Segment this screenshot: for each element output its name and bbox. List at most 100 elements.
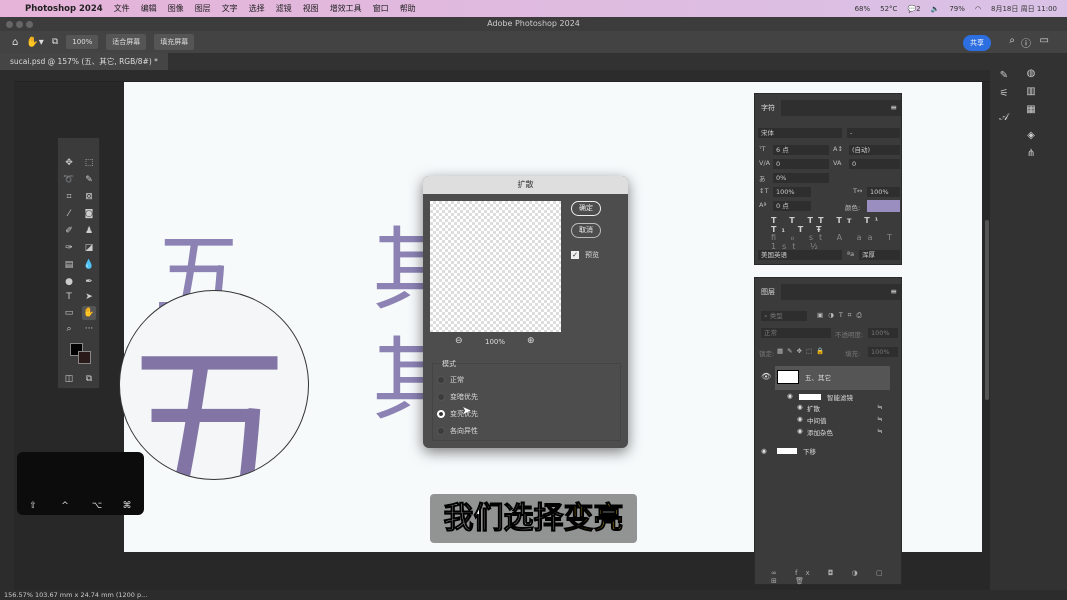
visibility-eye-icon[interactable]: 👁 bbox=[761, 372, 771, 381]
layer-row[interactable]: ◉ 下移 bbox=[755, 444, 901, 462]
text-color-swatch[interactable] bbox=[867, 200, 900, 212]
vertical-scale-field[interactable]: 100% bbox=[773, 187, 811, 197]
menu-image[interactable]: 图像 bbox=[168, 3, 184, 14]
lasso-tool-icon[interactable]: ➰ bbox=[62, 173, 76, 187]
battery-readout[interactable]: 79% bbox=[949, 5, 965, 13]
opacity-field[interactable]: 100% bbox=[868, 328, 898, 338]
dodge-icon[interactable]: ● bbox=[62, 275, 76, 289]
layer-row[interactable]: 五、其它 bbox=[775, 366, 890, 390]
pen-tool-icon[interactable]: ✒ bbox=[82, 275, 96, 289]
adjustments-icon[interactable]: ⚟ bbox=[997, 87, 1011, 101]
blend-mode-select[interactable]: 正常 bbox=[761, 328, 831, 338]
eraser-icon[interactable]: ◪ bbox=[82, 241, 96, 255]
share-button[interactable]: 共享 bbox=[963, 35, 991, 51]
type-tool-icon[interactable]: T bbox=[62, 290, 76, 304]
close-window-button[interactable] bbox=[6, 21, 13, 28]
zoom-window-button[interactable] bbox=[26, 21, 33, 28]
layers-icon[interactable]: ◈ bbox=[1024, 129, 1038, 143]
vertical-scrollbar[interactable] bbox=[985, 220, 989, 400]
volume-icon[interactable]: 🔈 bbox=[931, 5, 940, 13]
mode-darken-radio[interactable] bbox=[437, 393, 445, 401]
help-icon[interactable]: ⓘ bbox=[1021, 35, 1031, 50]
crop-tool-icon[interactable]: ⌗ bbox=[62, 190, 76, 204]
color-icon[interactable]: ◍ bbox=[1024, 67, 1038, 81]
filter-options-icon[interactable]: ≒ bbox=[877, 415, 882, 423]
brush-settings-icon[interactable]: ✎ bbox=[997, 69, 1011, 83]
minimize-window-button[interactable] bbox=[16, 21, 23, 28]
tab-character[interactable]: 字符 bbox=[755, 100, 781, 116]
cpu-readout[interactable]: 68% bbox=[855, 5, 871, 13]
zoom-in-icon[interactable]: ⊕ bbox=[527, 336, 535, 346]
filter-options-icon[interactable]: ≒ bbox=[877, 403, 882, 411]
search-icon[interactable]: ⌕ bbox=[1009, 35, 1015, 46]
move-tool-icon[interactable]: ✥ bbox=[62, 156, 76, 170]
zoom-tool-icon[interactable]: ⌕ bbox=[62, 322, 76, 336]
zoom-out-icon[interactable]: ⊖ bbox=[455, 336, 463, 346]
wifi-icon[interactable]: ◠ bbox=[975, 5, 981, 13]
clock[interactable]: 8月18日 周日 11:00 bbox=[991, 4, 1057, 14]
paths-icon[interactable]: ⋔ bbox=[1024, 147, 1038, 161]
wechat-icon[interactable]: 💬2 bbox=[907, 5, 920, 13]
baseline-field[interactable]: 0 点 bbox=[773, 201, 811, 211]
menu-file[interactable]: 文件 bbox=[114, 3, 130, 14]
menu-view[interactable]: 视图 bbox=[303, 3, 319, 14]
temp-readout[interactable]: 52°C bbox=[880, 5, 897, 13]
document-tab[interactable]: sucai.psd @ 157% (五、其它, RGB/8#) * bbox=[0, 53, 168, 70]
font-family-select[interactable]: 宋体 bbox=[758, 128, 842, 138]
menu-select[interactable]: 选择 bbox=[249, 3, 265, 14]
brush-tool-icon[interactable]: ✐ bbox=[62, 224, 76, 238]
panel-menu-icon[interactable]: ≡ bbox=[890, 103, 897, 112]
visibility-eye-icon[interactable]: ◉ bbox=[797, 427, 803, 435]
history-brush-icon[interactable]: ✑ bbox=[62, 241, 76, 255]
mode-lighten-radio[interactable] bbox=[437, 410, 445, 418]
grid-icon[interactable]: ▦ bbox=[1024, 103, 1038, 117]
blur-icon[interactable]: 💧 bbox=[82, 258, 96, 272]
more-tools-icon[interactable]: ··· bbox=[82, 322, 96, 336]
kerning-field[interactable]: 0 bbox=[773, 159, 829, 169]
gradient-icon[interactable]: ▤ bbox=[62, 258, 76, 272]
visibility-eye-icon[interactable]: ◉ bbox=[761, 447, 767, 455]
font-style-select[interactable]: - bbox=[847, 128, 900, 138]
visibility-eye-icon[interactable]: ◉ bbox=[797, 403, 803, 411]
tracking-field[interactable]: 0 bbox=[849, 159, 900, 169]
quick-select-icon[interactable]: ✎ bbox=[82, 173, 96, 187]
menu-help[interactable]: 帮助 bbox=[400, 3, 416, 14]
eyedropper-icon[interactable]: ⁄ bbox=[62, 207, 76, 221]
swatches-icon[interactable]: ▥ bbox=[1024, 85, 1038, 99]
path-select-icon[interactable]: ➤ bbox=[82, 290, 96, 304]
filter-options-icon[interactable]: ≒ bbox=[877, 427, 882, 435]
rectangle-tool-icon[interactable]: ▭ bbox=[62, 306, 76, 320]
horizontal-scale-field[interactable]: 100% bbox=[867, 187, 900, 197]
language-select[interactable]: 美国英语 bbox=[758, 250, 842, 260]
menu-edit[interactable]: 编辑 bbox=[141, 3, 157, 14]
filter-type-icons[interactable]: ▣◑T⌗⎙ bbox=[817, 311, 867, 320]
healing-brush-icon[interactable]: ◙ bbox=[82, 207, 96, 221]
menu-window[interactable]: 窗口 bbox=[373, 3, 389, 14]
tsume-field[interactable]: 0% bbox=[773, 173, 829, 183]
background-color[interactable] bbox=[78, 351, 91, 364]
lock-icons[interactable]: ▦✎✥⬚🔒 bbox=[777, 347, 828, 355]
fit-screen-button[interactable]: 适合屏幕 bbox=[106, 34, 147, 50]
preview-checkbox[interactable]: ✓ bbox=[571, 251, 579, 259]
layer-filter-select[interactable]: ⌕ 类型 bbox=[761, 311, 807, 321]
mode-anisotropic-radio[interactable] bbox=[437, 427, 445, 435]
screen-mode-icon[interactable]: ⧉ bbox=[82, 372, 96, 386]
type-style-buttons[interactable]: T T TT Tт T¹ T₁ T Ŧ bbox=[771, 216, 901, 234]
panel-menu-icon[interactable]: ≡ bbox=[890, 287, 897, 296]
glyphs-icon[interactable]: 𝒜 bbox=[997, 111, 1011, 125]
layer-actions-bar[interactable]: ∞ fx ◘ ◑ ▢ ⊞ 🗑 bbox=[771, 569, 901, 585]
scroll-all-windows-icon[interactable]: ⧉ bbox=[52, 37, 58, 47]
workspace-icon[interactable]: ▭ bbox=[1040, 35, 1049, 46]
menu-layer[interactable]: 图层 bbox=[195, 3, 211, 14]
fill-screen-button[interactable]: 填充屏幕 bbox=[154, 34, 195, 50]
antialias-select[interactable]: 浑厚 bbox=[859, 250, 900, 260]
hand-tool-icon[interactable]: ✋▾ bbox=[26, 37, 43, 48]
quick-mask-icon[interactable]: ◫ bbox=[62, 372, 76, 386]
opentype-buttons[interactable]: ﬁ ℴ st A aa T 1st ½ bbox=[771, 233, 901, 251]
menu-type[interactable]: 文字 bbox=[222, 3, 238, 14]
hand-tool-icon[interactable]: ✋ bbox=[82, 306, 96, 320]
frame-tool-icon[interactable]: ⊠ bbox=[82, 190, 96, 204]
filter-row[interactable]: ◉ 添加杂色 ≒ bbox=[755, 426, 901, 444]
visibility-eye-icon[interactable]: ◉ bbox=[787, 392, 793, 400]
filter-preview[interactable] bbox=[430, 201, 561, 332]
